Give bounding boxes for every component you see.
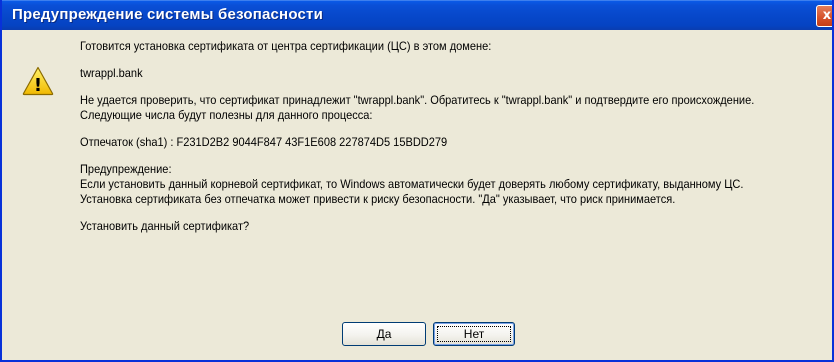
message-body: Готовится установка сертификата от центр… [80,39,772,234]
close-icon: x [822,8,832,23]
yes-button-label: Да [376,327,392,341]
no-button-label: Нет [463,327,485,341]
title-bar[interactable]: Предупреждение системы безопасности x [2,0,832,30]
security-warning-dialog: Предупреждение системы безопасности x ! … [0,0,834,362]
close-button[interactable]: x [816,5,832,27]
thumbprint-text: Отпечаток (sha1) : F231D2B2 9044F847 43F… [80,135,448,149]
domain-text: twrappl.bank [80,66,143,80]
warning-text-line2: Установка сертификата без отпечатка може… [80,192,676,206]
warning-heading: Предупреждение: [80,162,172,176]
question-text: Установить данный сертификат? [80,219,250,233]
warning-text-line1: Если установить данный корневой сертифик… [80,177,744,191]
verify-text-line1: Не удается проверить, что сертификат при… [80,93,755,107]
no-button[interactable]: Нет [433,322,515,346]
intro-text: Готовится установка сертификата от центр… [80,39,492,53]
window-title: Предупреждение системы безопасности [12,6,323,23]
warning-icon: ! [22,66,54,96]
verify-text-line2: Следующие числа будут полезны для данног… [80,108,373,122]
yes-button[interactable]: Да [342,322,426,346]
warning-glyph: ! [34,75,42,96]
